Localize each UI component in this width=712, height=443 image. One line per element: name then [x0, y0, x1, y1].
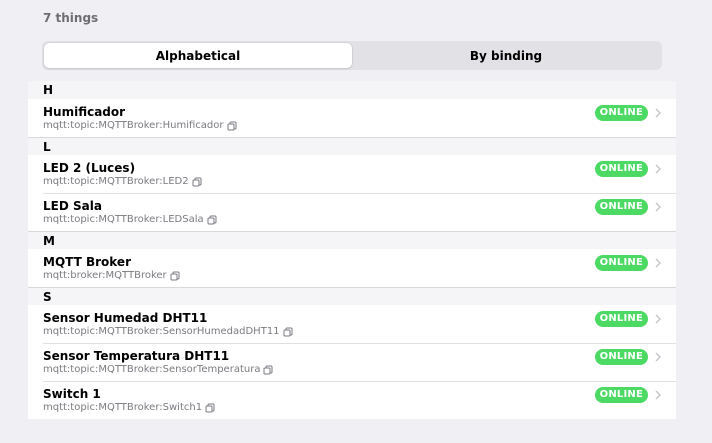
- group-header-l: L: [28, 137, 676, 155]
- chevron-right-icon: [655, 202, 662, 212]
- status-badge: ONLINE: [594, 255, 648, 271]
- things-count: 7 things: [43, 11, 99, 25]
- thing-uid: mqtt:topic:MQTTBroker:SensorHumedadDHT11: [43, 326, 293, 337]
- list-item[interactable]: LED 2 (Luces) mqtt:topic:MQTTBroker:LED2…: [28, 155, 676, 193]
- copy-icon[interactable]: [205, 403, 215, 413]
- copy-icon[interactable]: [207, 215, 217, 225]
- thing-title: MQTT Broker: [43, 255, 131, 269]
- list-item[interactable]: Sensor Humedad DHT11 mqtt:topic:MQTTBrok…: [28, 305, 676, 343]
- thing-uid: mqtt:topic:MQTTBroker:LEDSala: [43, 214, 217, 225]
- status-badge: ONLINE: [594, 161, 648, 177]
- copy-icon[interactable]: [192, 177, 202, 187]
- chevron-right-icon: [655, 258, 662, 268]
- group-header-h: H: [28, 81, 676, 99]
- list-item[interactable]: LED Sala mqtt:topic:MQTTBroker:LEDSala O…: [28, 193, 676, 231]
- thing-title: Sensor Temperatura DHT11: [43, 349, 230, 363]
- list-item[interactable]: MQTT Broker mqtt:broker:MQTTBroker ONLIN…: [28, 249, 676, 287]
- copy-icon[interactable]: [263, 365, 273, 375]
- thing-uid-text: mqtt:topic:MQTTBroker:Switch1: [43, 402, 203, 413]
- chevron-right-icon: [655, 164, 662, 174]
- thing-uid-text: mqtt:topic:MQTTBroker:SensorHumedadDHT11: [43, 326, 280, 337]
- copy-icon[interactable]: [227, 121, 237, 131]
- thing-uid-text: mqtt:topic:MQTTBroker:LEDSala: [43, 214, 204, 225]
- thing-uid: mqtt:topic:MQTTBroker:Humificador: [43, 120, 237, 131]
- status-badge: ONLINE: [594, 387, 648, 403]
- group-header-m: M: [28, 231, 676, 249]
- thing-title: Sensor Humedad DHT11: [43, 311, 208, 325]
- chevron-right-icon: [655, 390, 662, 400]
- thing-uid-text: mqtt:topic:MQTTBroker:Humificador: [43, 120, 224, 131]
- thing-uid-text: mqtt:topic:MQTTBroker:SensorTemperatura: [43, 364, 261, 375]
- thing-uid: mqtt:topic:MQTTBroker:SensorTemperatura: [43, 364, 273, 375]
- list-item[interactable]: Sensor Temperatura DHT11 mqtt:topic:MQTT…: [28, 343, 676, 381]
- tab-alphabetical[interactable]: Alphabetical: [44, 43, 352, 68]
- group-header-s: S: [28, 287, 676, 305]
- copy-icon[interactable]: [283, 327, 293, 337]
- tab-by-binding[interactable]: By binding: [352, 43, 660, 68]
- status-badge: ONLINE: [594, 199, 648, 215]
- thing-uid-text: mqtt:broker:MQTTBroker: [43, 270, 167, 281]
- status-badge: ONLINE: [594, 349, 648, 365]
- thing-title: LED 2 (Luces): [43, 161, 136, 175]
- thing-title: LED Sala: [43, 199, 102, 213]
- chevron-right-icon: [655, 108, 662, 118]
- chevron-right-icon: [655, 314, 662, 324]
- thing-title: Switch 1: [43, 387, 101, 401]
- thing-title: Humificador: [43, 105, 126, 119]
- status-badge: ONLINE: [594, 105, 648, 121]
- copy-icon[interactable]: [170, 271, 180, 281]
- status-badge: ONLINE: [594, 311, 648, 327]
- view-mode-segmented-control: Alphabetical By binding: [42, 41, 662, 70]
- thing-uid: mqtt:topic:MQTTBroker:Switch1: [43, 402, 215, 413]
- thing-uid-text: mqtt:topic:MQTTBroker:LED2: [43, 176, 189, 187]
- list-item[interactable]: Humificador mqtt:topic:MQTTBroker:Humifi…: [28, 99, 676, 137]
- chevron-right-icon: [655, 352, 662, 362]
- list-item[interactable]: Switch 1 mqtt:topic:MQTTBroker:Switch1 O…: [28, 381, 676, 419]
- thing-uid: mqtt:broker:MQTTBroker: [43, 270, 180, 281]
- things-list: H Humificador mqtt:topic:MQTTBroker:Humi…: [28, 81, 676, 419]
- thing-uid: mqtt:topic:MQTTBroker:LED2: [43, 176, 202, 187]
